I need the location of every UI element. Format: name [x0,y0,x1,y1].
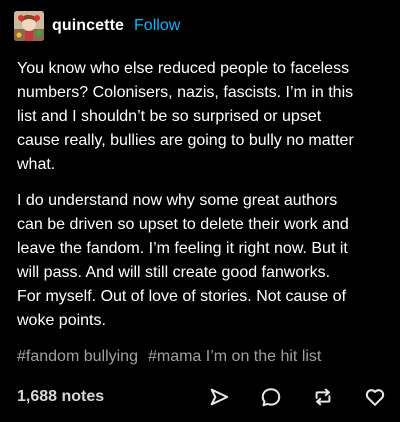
tag-link[interactable]: #fandom bullying [17,348,138,365]
share-button[interactable] [206,384,232,410]
post-paragraph: You know who else reduced people to face… [17,60,354,173]
author-username[interactable]: quincette [52,17,124,35]
notes-count[interactable]: 1,688 notes [17,388,104,406]
like-icon [365,389,385,406]
post-card: quincette Follow You know who else reduc… [0,0,400,422]
avatar-image [14,11,44,41]
like-button[interactable] [362,384,388,410]
post-footer: 1,688 notes [17,384,388,410]
avatar[interactable] [14,11,44,41]
post-header: quincette Follow [14,11,180,41]
reply-button[interactable] [258,384,284,410]
reblog-icon [315,388,331,406]
share-icon [210,388,229,406]
post-actions [206,384,388,410]
post-paragraph: I do understand now why some great autho… [17,192,349,329]
tag-link[interactable]: #mama I’m on the hit list [148,348,321,365]
post-tags: #fandom bullying #mama I’m on the hit lis… [17,348,321,366]
post-body: You know who else reduced people to face… [17,57,387,333]
follow-button[interactable]: Follow [134,17,180,35]
reblog-button[interactable] [310,384,336,410]
reply-icon [261,388,281,407]
